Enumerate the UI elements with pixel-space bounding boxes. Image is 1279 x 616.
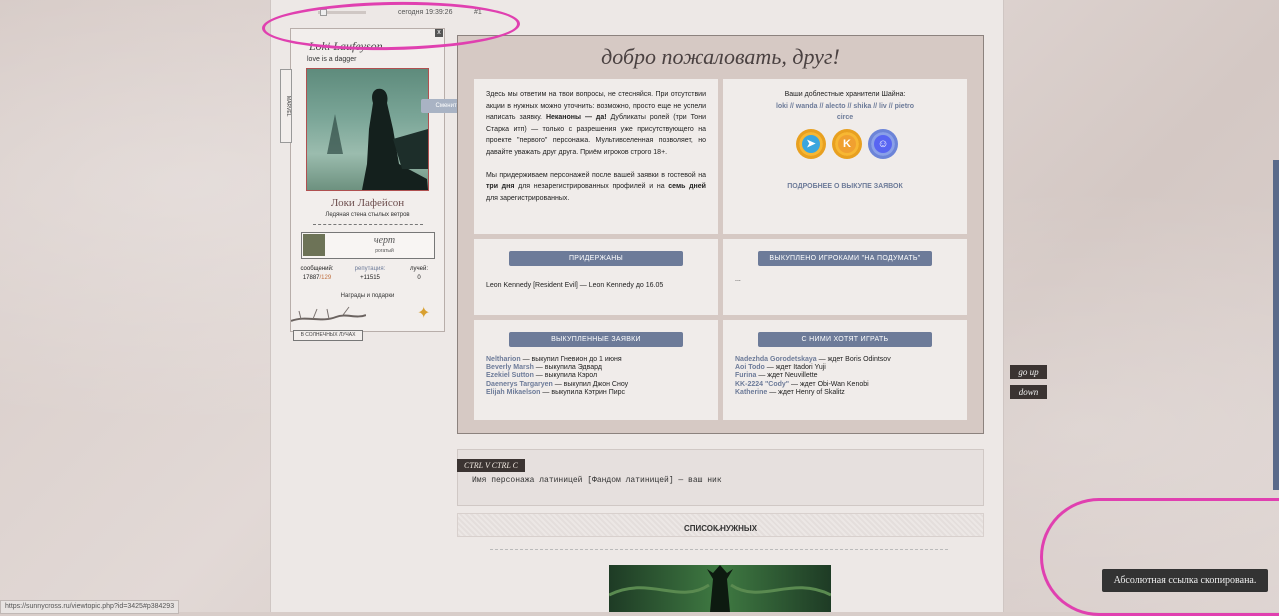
- thinking-text: ...: [735, 276, 741, 283]
- bought-list: Neltharion — выкупил Гневион до 1 июня B…: [486, 356, 628, 397]
- want-panel: С НИМИ ХОТЯТ ИГРАТЬ Nadezhda Gorodetskay…: [723, 320, 967, 420]
- posts-stat: сообщений: 17887/129: [297, 266, 337, 281]
- fandom-side-tag: MARVEL: [280, 69, 292, 143]
- character-mini-card: черт рогатый: [301, 232, 435, 259]
- welcome-title: добро пожаловать, друг!: [601, 44, 840, 69]
- held-panel: ПРИДЕРЖАНЫ Leon Kennedy [Resident Evil] …: [474, 239, 718, 315]
- held-header: ПРИДЕРЖАНЫ: [509, 251, 683, 266]
- awards-link[interactable]: Награды и подарки: [291, 293, 444, 299]
- intro-panel: Здесь мы ответим на твои вопросы, не сте…: [474, 79, 718, 234]
- thinking-header: ВЫКУПЛЕНО ИГРОКАМИ "НА ПОДУМАТЬ": [758, 251, 932, 266]
- posts-label: сообщений:: [300, 266, 334, 272]
- discord-icon[interactable]: ☺: [868, 129, 898, 159]
- author-subtitle: Ледяная стена стылых ветров: [325, 212, 410, 218]
- avatar: [306, 68, 429, 191]
- welcome-block: добро пожаловать, друг! Здесь мы ответим…: [457, 35, 984, 434]
- character-banner-image: [609, 565, 831, 612]
- keepers-panel: Ваши доблестные хранители Шайна: loki //…: [723, 79, 967, 234]
- list-item: Daenerys Targaryen — выкупил Джон Сноу: [486, 380, 629, 388]
- author-status: love is a dagger: [307, 56, 357, 63]
- divider: [490, 549, 948, 550]
- list-item: Elijah Mikaelson — выкупила Кэтрин Пирс: [486, 388, 626, 396]
- scrollbar-thumb[interactable]: [1273, 160, 1279, 490]
- bought-panel: ВЫКУПЛЕННЫЕ ЗАЯВКИ Neltharion — выкупил …: [474, 320, 718, 420]
- intro-text: Здесь мы ответим на твои вопросы, не сте…: [486, 91, 706, 202]
- keepers-names[interactable]: loki // wanda // alecto // shika // liv …: [776, 103, 914, 110]
- keepers-names-2[interactable]: circe: [837, 114, 853, 121]
- go-up-button[interactable]: go up: [1010, 365, 1047, 379]
- copy-tag[interactable]: CTRL V CTRL C: [457, 459, 525, 472]
- list-item: Aoi Todo — ждет Itadori Yuji: [735, 364, 826, 372]
- keepers-text: Ваши доблестные хранители Шайна: loki //…: [723, 89, 967, 124]
- list-item: Beverly Marsh — выкупила Эдвард: [486, 364, 602, 372]
- author-profile: MARVEL Loki Laufeyson x love is a dagger…: [280, 28, 445, 332]
- template-code-box[interactable]: Имя персонажа латиницей [Фандом латинице…: [457, 449, 984, 506]
- branch-decoration: [291, 306, 366, 322]
- keepers-label: Ваши доблестные хранители Шайна:: [784, 91, 906, 98]
- held-text: Leon Kennedy [Resident Evil] — Leon Kenn…: [486, 282, 664, 289]
- mini-card-title: черт: [373, 235, 396, 246]
- list-item: Katherine — ждет Henry of Skalitz: [735, 388, 845, 396]
- rays-label: лучей:: [410, 266, 428, 272]
- star-icon: ✦: [417, 305, 431, 322]
- annotation-highlight: [1040, 498, 1279, 616]
- bottom-tag: В СОЛНЕЧНЫХ ЛУЧАХ: [293, 330, 363, 341]
- reputation-label[interactable]: репутация:: [345, 266, 395, 272]
- go-down-button[interactable]: down: [1010, 385, 1047, 399]
- needed-list-toggle[interactable]: ⌵ СПИСОК НУЖНЫХ: [457, 513, 984, 537]
- telegram-icon[interactable]: ➤: [796, 129, 826, 159]
- list-item: KK-2224 "Cody" — ждет Obi-Wan Kenobi: [735, 380, 869, 388]
- contact-icons: ➤ K ☺: [796, 129, 906, 163]
- kofi-icon[interactable]: K: [832, 129, 862, 159]
- rays-value: 0: [417, 275, 421, 281]
- want-list: Nadezhda Gorodetskaya — ждет Boris Odint…: [735, 356, 891, 397]
- more-about-claims-link[interactable]: ПОДРОБНЕЕ О ВЫКУПЕ ЗАЯВОК: [723, 183, 967, 190]
- list-item: Furina — ждет Neuvillette: [735, 372, 818, 380]
- posts-value: 17887/129: [302, 275, 332, 281]
- list-item: Neltharion — выкупил Гневион до 1 июня: [486, 356, 622, 363]
- rays-stat: лучей: 0: [401, 266, 437, 281]
- thinking-panel: ВЫКУПЛЕНО ИГРОКАМИ "НА ПОДУМАТЬ" ...: [723, 239, 967, 315]
- want-header: С НИМИ ХОТЯТ ИГРАТЬ: [758, 332, 932, 347]
- author-russian-name: Локи Лафейсон: [330, 197, 405, 209]
- divider: [313, 224, 423, 225]
- list-item: Nadezhda Gorodetskaya — ждет Boris Odint…: [735, 356, 891, 363]
- template-code-text[interactable]: Имя персонажа латиницей [Фандом латинице…: [472, 476, 722, 485]
- bought-header: ВЫКУПЛЕННЫЕ ЗАЯВКИ: [509, 332, 683, 347]
- mini-avatar: [303, 234, 325, 256]
- mini-card-subtitle: рогатый: [375, 248, 394, 254]
- reputation-stat: репутация: +11515: [345, 266, 395, 281]
- list-item: Ezekiel Sutton — выкупила Кэрол: [486, 372, 598, 380]
- reputation-value: +11515: [360, 275, 380, 281]
